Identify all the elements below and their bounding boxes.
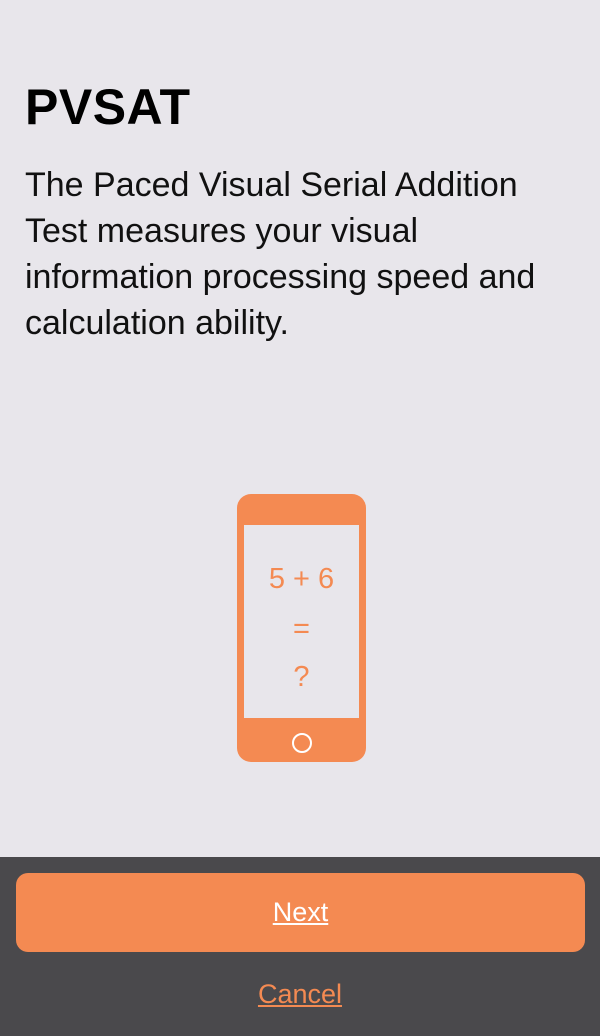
equation-operands: 5 + 6 <box>268 563 335 595</box>
cancel-button[interactable]: Cancel <box>0 979 600 1010</box>
home-button-icon <box>292 733 312 753</box>
phone-screen: 5 + 6 = ? <box>244 525 359 718</box>
equation-question: ? <box>293 661 310 693</box>
page-title: PVSAT <box>25 79 191 135</box>
footer-bar: Next Cancel <box>0 857 600 1036</box>
test-description: The Paced Visual Serial Addition Test me… <box>25 166 536 342</box>
next-button[interactable]: Next <box>16 873 585 952</box>
phone-illustration-icon: 5 + 6 = ? <box>237 494 366 762</box>
pvsat-intro-screen: PVSAT The Paced Visual Serial Addition T… <box>0 0 600 1036</box>
equation-equals: = <box>293 613 310 645</box>
